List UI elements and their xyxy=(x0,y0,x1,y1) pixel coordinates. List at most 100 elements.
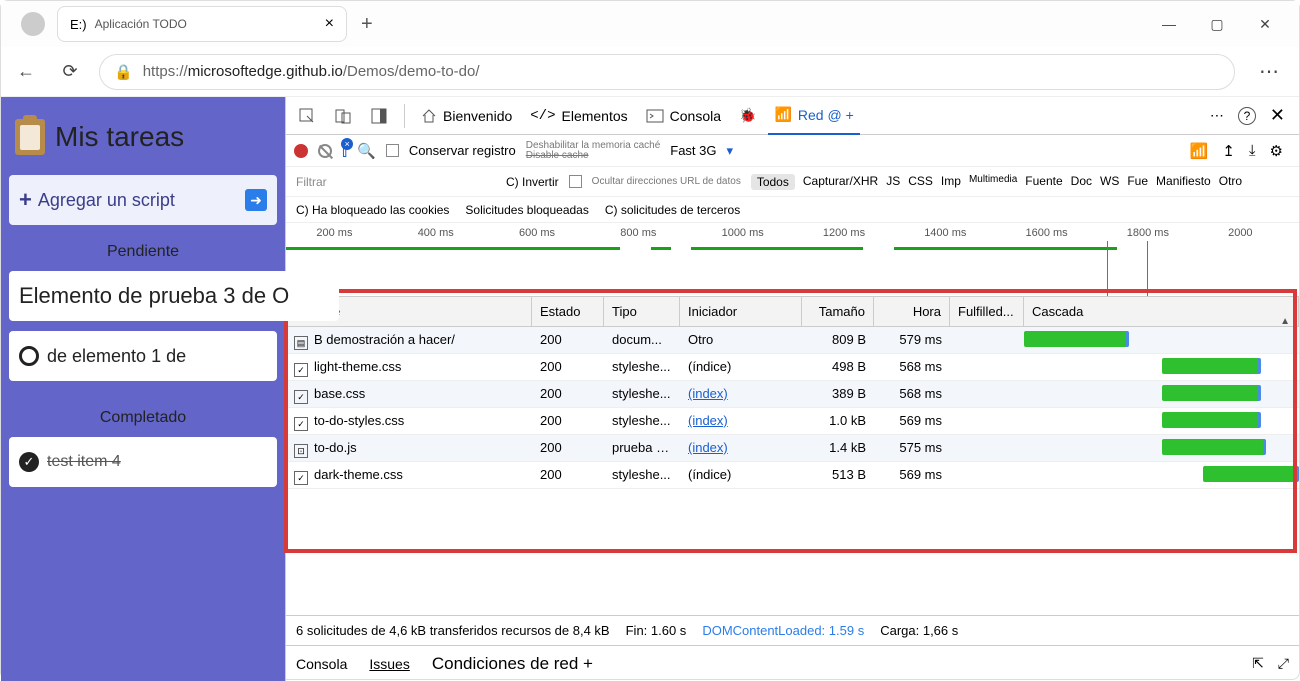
help-icon[interactable]: ? xyxy=(1238,107,1256,125)
filter-type-imp[interactable]: Imp xyxy=(941,174,961,190)
checkbox-empty-icon[interactable] xyxy=(19,346,39,366)
network-row[interactable]: ▤B demostración a hacer/200docum...Otro8… xyxy=(286,327,1299,354)
col-waterfall[interactable]: Cascada ▲ xyxy=(1024,297,1299,327)
back-button[interactable]: ← xyxy=(11,57,41,87)
dock-icon[interactable] xyxy=(364,101,394,131)
browser-menu-button[interactable]: ⋯ xyxy=(1249,59,1289,84)
checkbox-checked-icon[interactable]: ✓ xyxy=(19,452,39,472)
filter-type-js[interactable]: JS xyxy=(886,174,900,190)
todo-item-done[interactable]: ✓ test item 4 xyxy=(9,437,277,487)
initiator-link[interactable]: (index) xyxy=(688,440,728,455)
home-icon xyxy=(421,108,437,124)
network-row[interactable]: ✓dark-theme.css200styleshe...(índice)513… xyxy=(286,462,1299,489)
todo-app-panel: Mis tareas + Agregar un script ➜ Pendien… xyxy=(1,97,285,681)
filter-type-fue[interactable]: Fue xyxy=(1127,174,1148,190)
load-marker xyxy=(1147,241,1148,296)
chevron-down-icon[interactable]: ▾ xyxy=(727,143,734,159)
filter-type-manifiesto[interactable]: Manifiesto xyxy=(1156,174,1211,190)
url-input[interactable]: 🔒 https:// microsoftedge.github.io /Demo… xyxy=(99,54,1235,90)
preserve-log-checkbox[interactable] xyxy=(386,144,399,157)
throttle-select[interactable]: Fast 3G xyxy=(670,143,716,158)
record-button[interactable] xyxy=(294,144,308,158)
network-row[interactable]: ✓light-theme.css200styleshe...(índice)49… xyxy=(286,354,1299,381)
tab-elements[interactable]: </> Elementos xyxy=(524,108,633,124)
hide-data-checkbox[interactable] xyxy=(569,175,582,188)
filter-type-css[interactable]: CSS xyxy=(908,174,933,190)
drawer-expand-icon[interactable]: ⇱ xyxy=(1252,655,1264,672)
hide-data-label: Ocultar direcciones URL de datos xyxy=(592,176,741,187)
filter-input[interactable]: Filtrar xyxy=(296,175,496,189)
download-icon[interactable]: ⤓ xyxy=(1249,142,1256,159)
filter-type-todos[interactable]: Todos xyxy=(751,174,795,190)
tab-prefix: E:) xyxy=(70,17,87,32)
refresh-button[interactable]: ⟳ xyxy=(55,57,85,87)
filter-type-ws[interactable]: WS xyxy=(1100,174,1119,190)
wifi-cond-icon[interactable]: 📶 xyxy=(1190,142,1209,160)
todo-item[interactable]: de elemento 1 de xyxy=(9,331,277,381)
settings-gear-icon[interactable]: ⚙ xyxy=(1270,142,1283,160)
tab-sources-bug[interactable]: 🐞 xyxy=(733,107,762,124)
col-initiator[interactable]: Iniciador xyxy=(680,297,802,327)
file-type-icon: ✓ xyxy=(294,417,308,431)
filter-type-multimedia[interactable]: Multimedia xyxy=(969,174,1017,190)
initiator-link[interactable]: (index) xyxy=(688,413,728,428)
close-window-button[interactable]: ✕ xyxy=(1251,16,1279,33)
waterfall-bar xyxy=(1162,385,1261,401)
network-timeline[interactable]: 200 ms400 ms600 ms800 ms1000 ms1200 ms14… xyxy=(286,223,1299,297)
tick: 800 ms xyxy=(620,227,656,239)
todo-item-big[interactable]: Elemento de prueba 3 de O xyxy=(9,271,339,321)
browser-tab[interactable]: E:) Aplicación TODO × xyxy=(57,6,347,42)
drawer-console-tab[interactable]: Consola xyxy=(296,656,347,672)
blocked-requests-label[interactable]: Solicitudes bloqueadas xyxy=(465,203,588,217)
drawer-collapse-icon[interactable]: ⤢ xyxy=(1278,655,1289,672)
upload-icon[interactable]: ↥ xyxy=(1222,142,1235,160)
invert-checkbox-label[interactable]: C) Invertir xyxy=(506,175,559,189)
col-fulfilled[interactable]: Fulfilled... xyxy=(950,297,1024,327)
col-type[interactable]: Tipo xyxy=(604,297,680,327)
filter-type-otro[interactable]: Otro xyxy=(1219,174,1242,190)
inspect-icon[interactable] xyxy=(292,101,322,131)
network-grid: Nombre Estado Tipo Iniciador Tamaño Hora… xyxy=(286,297,1299,615)
filter-type-doc[interactable]: Doc xyxy=(1071,174,1092,190)
drawer-issues-tab[interactable]: Issues xyxy=(369,656,409,672)
minimize-button[interactable]: — xyxy=(1155,16,1183,33)
more-tabs-icon[interactable]: ⋯ xyxy=(1210,107,1224,124)
device-toggle-icon[interactable] xyxy=(328,101,358,131)
tab-network[interactable]: 📶 Red @ + xyxy=(768,97,859,135)
profile-avatar[interactable] xyxy=(21,12,45,36)
todo-text: de elemento 1 de xyxy=(47,346,186,367)
grid-header: Nombre Estado Tipo Iniciador Tamaño Hora… xyxy=(286,297,1299,327)
submit-arrow-icon[interactable]: ➜ xyxy=(245,189,267,211)
filter-type-fuente[interactable]: Fuente xyxy=(1025,174,1062,190)
tab-console[interactable]: Consola xyxy=(640,108,727,124)
col-time[interactable]: Hora xyxy=(874,297,950,327)
initiator-link[interactable]: (index) xyxy=(688,386,728,401)
filter-toggle-icon[interactable]: ⫿× xyxy=(342,142,347,160)
app-title: Mis tareas xyxy=(9,107,277,175)
network-row[interactable]: ⊡to-do.js200prueba de tareas(index)1.4 k… xyxy=(286,435,1299,462)
todo-text: Elemento de prueba 3 de O xyxy=(19,283,289,309)
search-icon[interactable]: 🔍 xyxy=(357,142,376,160)
filter-type-capturar/xhr[interactable]: Capturar/XHR xyxy=(803,174,878,190)
col-size[interactable]: Tamaño xyxy=(802,297,874,327)
tick: 1200 ms xyxy=(823,227,865,239)
col-status[interactable]: Estado xyxy=(532,297,604,327)
close-devtools-icon[interactable]: ✕ xyxy=(1270,105,1285,126)
console-icon xyxy=(646,109,664,123)
network-row[interactable]: ✓to-do-styles.css200styleshe...(index)1.… xyxy=(286,408,1299,435)
close-tab-icon[interactable]: × xyxy=(325,15,334,33)
blocked-cookies-label[interactable]: C) Ha bloqueado las cookies xyxy=(296,203,449,217)
tab-title: Aplicación TODO xyxy=(95,17,187,31)
network-row[interactable]: ✓base.css200styleshe...(index)389 B568 m… xyxy=(286,381,1299,408)
third-party-label[interactable]: C) solicitudes de terceros xyxy=(605,203,740,217)
clear-button[interactable] xyxy=(318,144,332,158)
url-path: /Demos/demo-to-do/ xyxy=(343,63,480,80)
drawer-netcond-tab[interactable]: Condiciones de red + xyxy=(432,654,593,674)
tab-welcome[interactable]: Bienvenido xyxy=(415,108,518,124)
new-tab-button[interactable]: + xyxy=(361,13,373,36)
network-toolbar: ⫿× 🔍 Conservar registro Deshabilitar la … xyxy=(286,135,1299,167)
maximize-button[interactable]: ▢ xyxy=(1203,16,1231,33)
file-type-icon: ▤ xyxy=(294,336,308,350)
wifi-icon: 📶 xyxy=(774,106,791,123)
add-task-input[interactable]: + Agregar un script ➜ xyxy=(9,175,277,225)
